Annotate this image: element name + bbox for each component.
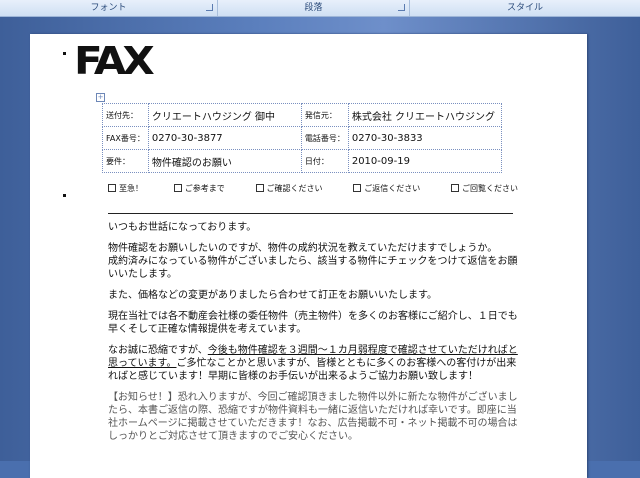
letter-body[interactable]: いつもお世話になっております。 物件確認をお願いしたいのですが、物件の成約状況を… bbox=[108, 221, 523, 451]
date-label: 日付： bbox=[300, 149, 349, 173]
request-paragraph: 物件確認をお願いしたいのですが、物件の成約状況を教えていただけますでしょうか。 … bbox=[108, 243, 518, 280]
ribbon-group-label: 段落 bbox=[304, 3, 323, 13]
phone-number-field[interactable]: 0270-30-3833 bbox=[347, 126, 503, 150]
notice-paragraph: 【お知らせ！】恐れ入りますが、今回ご確認頂きました物件以外に新たな物件がございま… bbox=[108, 392, 518, 442]
dialog-launcher-icon[interactable] bbox=[206, 4, 213, 11]
document-page[interactable]: FAX + 送付先： クリエートハウジング 御中 発信元： 株式会社 クリエート… bbox=[30, 34, 587, 478]
ribbon-group-label: スタイル bbox=[506, 3, 543, 13]
from-field[interactable]: 株式会社 クリエートハウジング bbox=[347, 103, 503, 127]
phone-number-label: 電話番号： bbox=[300, 126, 349, 150]
ribbon-group-label: フォント bbox=[90, 3, 127, 13]
to-field[interactable]: クリエートハウジング 御中 bbox=[147, 103, 302, 127]
date-field[interactable]: 2010-09-19 bbox=[347, 149, 503, 173]
checkbox-row: 至急！ ご参考まで ご確認ください ご返信ください ご回覧ください bbox=[108, 183, 518, 194]
schedule-paragraph: なお誠に恐縮ですが、今後も物件確認を３週間～１カ月弱程度で確認させていただければ… bbox=[108, 345, 518, 382]
fax-number-field[interactable]: 0270-30-3877 bbox=[147, 126, 302, 150]
company-info-paragraph: 現在当社では各不動産会社様の委任物件（売主物件）を多くのお客様にご紹介し、１日で… bbox=[108, 311, 518, 335]
table-move-handle-icon[interactable]: + bbox=[96, 93, 105, 102]
checkbox-icon bbox=[108, 184, 116, 192]
ribbon-group-bar: フォント 段落 スタイル bbox=[0, 0, 640, 17]
table-row: FAX番号： 0270-30-3877 電話番号： 0270-30-3833 bbox=[102, 126, 503, 150]
ribbon-group-paragraph[interactable]: 段落 bbox=[218, 0, 410, 16]
checkbox-circulate[interactable]: ご回覧ください bbox=[451, 183, 518, 194]
dialog-launcher-icon[interactable] bbox=[398, 4, 405, 11]
checkbox-urgent[interactable]: 至急！ bbox=[108, 183, 143, 194]
price-change-paragraph: また、価格などの変更がありましたら合わせて訂正をお願いいたします。 bbox=[108, 290, 437, 301]
from-label: 発信元： bbox=[300, 103, 349, 127]
checkbox-icon bbox=[353, 184, 362, 192]
document-workspace: FAX + 送付先： クリエートハウジング 御中 発信元： 株式会社 クリエート… bbox=[0, 17, 640, 478]
table-row: 送付先： クリエートハウジング 御中 発信元： 株式会社 クリエートハウジング bbox=[102, 103, 503, 127]
checkbox-icon bbox=[173, 184, 182, 192]
greeting-paragraph: いつもお世話になっております。 bbox=[108, 222, 257, 233]
paragraph-bullet bbox=[63, 194, 66, 197]
ribbon-group-styles[interactable]: スタイル bbox=[410, 0, 640, 16]
checkbox-icon bbox=[451, 184, 459, 192]
to-label: 送付先： bbox=[102, 103, 149, 127]
checkbox-reference[interactable]: ご参考まで bbox=[173, 183, 225, 194]
table-row: 要件： 物件確認のお願い 日付： 2010-09-19 bbox=[102, 149, 503, 173]
fax-header-table: 送付先： クリエートハウジング 御中 発信元： 株式会社 クリエートハウジング … bbox=[102, 103, 503, 173]
checkbox-reply[interactable]: ご返信ください bbox=[353, 183, 420, 194]
subject-field[interactable]: 物件確認のお願い bbox=[147, 149, 302, 173]
paragraph-bullet bbox=[63, 52, 66, 55]
horizontal-rule bbox=[108, 213, 513, 214]
subject-label: 要件： bbox=[102, 149, 149, 173]
checkbox-confirm[interactable]: ご確認ください bbox=[255, 183, 323, 194]
checkbox-icon bbox=[255, 184, 264, 192]
ribbon-group-font[interactable]: フォント bbox=[0, 0, 218, 16]
fax-logo: FAX bbox=[74, 38, 155, 84]
fax-number-label: FAX番号： bbox=[102, 126, 149, 150]
